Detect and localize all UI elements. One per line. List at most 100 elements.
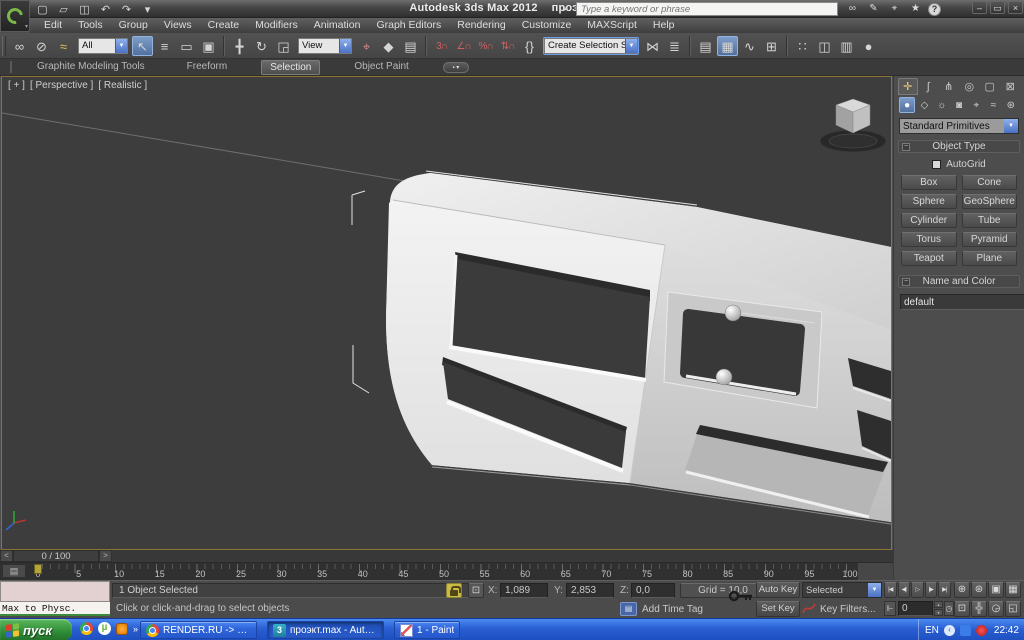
timeline[interactable]: 0510152025303540455055606570758085909510… — [0, 563, 893, 580]
button-tube[interactable]: Tube — [962, 213, 1018, 228]
next-frame-button[interactable]: |▶ — [925, 582, 938, 598]
bolt-sphere-bottom[interactable] — [716, 369, 732, 385]
hide-icons-chevron[interactable]: ‹ — [944, 625, 955, 636]
add-time-tag[interactable]: Add Time Tag — [642, 604, 703, 615]
named-selection-sets-dropdown[interactable]: Create Selection Se▼ — [544, 38, 638, 54]
key-mode-toggle[interactable]: ⊩ — [884, 601, 896, 616]
select-and-move-icon[interactable]: ╋ — [229, 36, 250, 56]
button-teapot[interactable]: Teapot — [901, 251, 957, 266]
button-geosphere[interactable]: GeoSphere — [962, 194, 1018, 209]
schematic-view-icon[interactable]: ⊞ — [761, 36, 782, 56]
absolute-mode-toggle[interactable]: ⊡ — [468, 583, 484, 598]
next-key-button[interactable]: > — [99, 550, 112, 562]
select-object-icon[interactable]: ↖ — [132, 36, 153, 56]
button-pyramid[interactable]: Pyramid — [962, 232, 1018, 247]
object-name-input[interactable] — [900, 294, 1024, 310]
viewport-menu-label[interactable]: [ + ] — [8, 80, 25, 91]
button-plane[interactable]: Plane — [962, 251, 1018, 266]
taskbar-button-проэкт-max-autode[interactable]: 3проэкт.max - Autode... — [267, 621, 384, 639]
help-icon[interactable]: ? — [928, 3, 941, 16]
y-coord-field[interactable]: 2,853 — [566, 583, 614, 598]
ribbon-tab-graphite-modeling-tools[interactable]: Graphite Modeling Tools — [29, 60, 153, 75]
perspective-viewport[interactable]: [ + ] [ Perspective ] [ Realistic ] — [1, 76, 892, 550]
tab-hierarchy[interactable]: ⋔ — [939, 78, 959, 95]
align-icon[interactable]: ≣ — [664, 36, 685, 56]
orbit-button[interactable]: ◶ — [988, 601, 1004, 617]
bolt-sphere-top[interactable] — [725, 305, 741, 321]
tab-modify[interactable]: ∫ — [919, 78, 939, 95]
rectangular-selection-region-icon[interactable]: ▭ — [176, 36, 197, 56]
communication-center-icon[interactable]: ⌖ — [886, 2, 903, 16]
tab-display[interactable]: ▢ — [980, 78, 1000, 95]
zoom-all-button[interactable]: ⊛ — [971, 582, 987, 598]
curve-editor-icon[interactable]: ∿ — [739, 36, 760, 56]
category-space-warps[interactable]: ≈ — [985, 97, 1001, 113]
taskbar-button-1-paint[interactable]: 1 - Paint — [394, 621, 460, 639]
ribbon-collapse-button[interactable]: ▪ ▾ — [443, 62, 469, 73]
zoom-region-button[interactable]: ⊡ — [954, 601, 970, 617]
category-lights[interactable]: ☼ — [934, 97, 950, 113]
window-crossing-icon[interactable]: ▣ — [198, 36, 219, 56]
key-filters-button[interactable]: Key Filters... — [820, 604, 876, 615]
current-frame-input[interactable] — [898, 601, 933, 616]
category-shapes[interactable]: ◇ — [916, 97, 932, 113]
menu-create[interactable]: Create — [200, 18, 248, 33]
select-and-manipulate-icon[interactable]: ◆ — [378, 36, 399, 56]
menu-tools[interactable]: Tools — [70, 18, 111, 33]
go-to-start-button[interactable]: |◀ — [884, 582, 897, 598]
button-torus[interactable]: Torus — [901, 232, 957, 247]
quick-launch-shield-icon[interactable] — [116, 623, 128, 635]
quick-launch-utorrent-icon[interactable]: µ — [98, 622, 111, 635]
maxscript-mini-listener[interactable]: Max to Physc. — [0, 581, 110, 618]
time-configuration-button[interactable]: ◷ — [944, 601, 954, 616]
menu-views[interactable]: Views — [156, 18, 200, 33]
menu-graph-editors[interactable]: Graph Editors — [368, 18, 449, 33]
select-by-name-icon[interactable]: ≡ — [154, 36, 175, 56]
minimize-button[interactable]: – — [972, 1, 987, 14]
primitive-type-dropdown[interactable]: Standard Primitives ▼ — [899, 118, 1019, 134]
select-and-link-icon[interactable]: ∞ — [9, 36, 30, 56]
button-cylinder[interactable]: Cylinder — [901, 213, 957, 228]
reference-coordinate-system-dropdown[interactable]: View▼ — [298, 38, 352, 54]
tray-network-icon[interactable] — [960, 625, 971, 636]
listener-script-pane[interactable]: Max to Physc. — [0, 602, 110, 616]
x-coord-field[interactable]: 1,089 — [500, 583, 548, 598]
search-icon[interactable]: ∞ — [844, 2, 861, 16]
rendered-frame-window-icon[interactable]: ▥ — [836, 36, 857, 56]
ribbon-grip[interactable] — [10, 61, 13, 73]
set-key-button[interactable]: Set Key — [756, 601, 800, 617]
viewport-view-label[interactable]: [ Perspective ] — [30, 80, 93, 91]
collapse-rollout-icon[interactable]: − — [902, 278, 910, 286]
selection-lock-toggle[interactable] — [446, 583, 462, 598]
category-helpers[interactable]: ⌖ — [968, 97, 984, 113]
spinner-down-icon[interactable]: ▾ — [934, 609, 943, 616]
tab-create[interactable]: ✛ — [898, 78, 918, 95]
listener-macro-pane[interactable] — [0, 581, 110, 602]
category-systems[interactable]: ⊛ — [1003, 97, 1019, 113]
menu-group[interactable]: Group — [111, 18, 156, 33]
menu-customize[interactable]: Customize — [514, 18, 580, 33]
menu-help[interactable]: Help — [645, 18, 683, 33]
bind-to-space-warp-icon[interactable]: ≈ — [53, 36, 74, 56]
play-button[interactable]: ▷ — [911, 582, 924, 598]
edit-named-selection-sets-icon[interactable]: {} — [519, 36, 540, 56]
spinner-snap-toggle-icon[interactable]: ⇅∩ — [497, 36, 518, 56]
name-color-rollout-header[interactable]: − Name and Color — [898, 275, 1020, 288]
layer-explorer-icon[interactable]: ▦ — [717, 36, 738, 56]
select-and-rotate-icon[interactable]: ↻ — [251, 36, 272, 56]
tab-motion[interactable]: ◎ — [960, 78, 980, 95]
layer-manager-icon[interactable]: ▤ — [695, 36, 716, 56]
previous-key-button[interactable]: < — [0, 550, 13, 562]
mirror-icon[interactable]: ⋈ — [642, 36, 663, 56]
object-type-rollout-header[interactable]: − Object Type — [898, 140, 1020, 153]
application-menu-button[interactable]: ▾ — [0, 0, 30, 32]
menu-animation[interactable]: Animation — [306, 18, 369, 33]
bumper-model[interactable] — [386, 173, 891, 524]
time-slider[interactable] — [34, 564, 42, 574]
ribbon-tab-object-paint[interactable]: Object Paint — [346, 60, 416, 75]
start-button[interactable]: пуск — [0, 619, 72, 640]
tray-antivirus-icon[interactable] — [976, 625, 987, 636]
quick-launch-chrome-icon[interactable] — [80, 622, 93, 635]
restore-button[interactable]: ▭ — [990, 1, 1005, 14]
collapse-rollout-icon[interactable]: − — [902, 143, 910, 151]
